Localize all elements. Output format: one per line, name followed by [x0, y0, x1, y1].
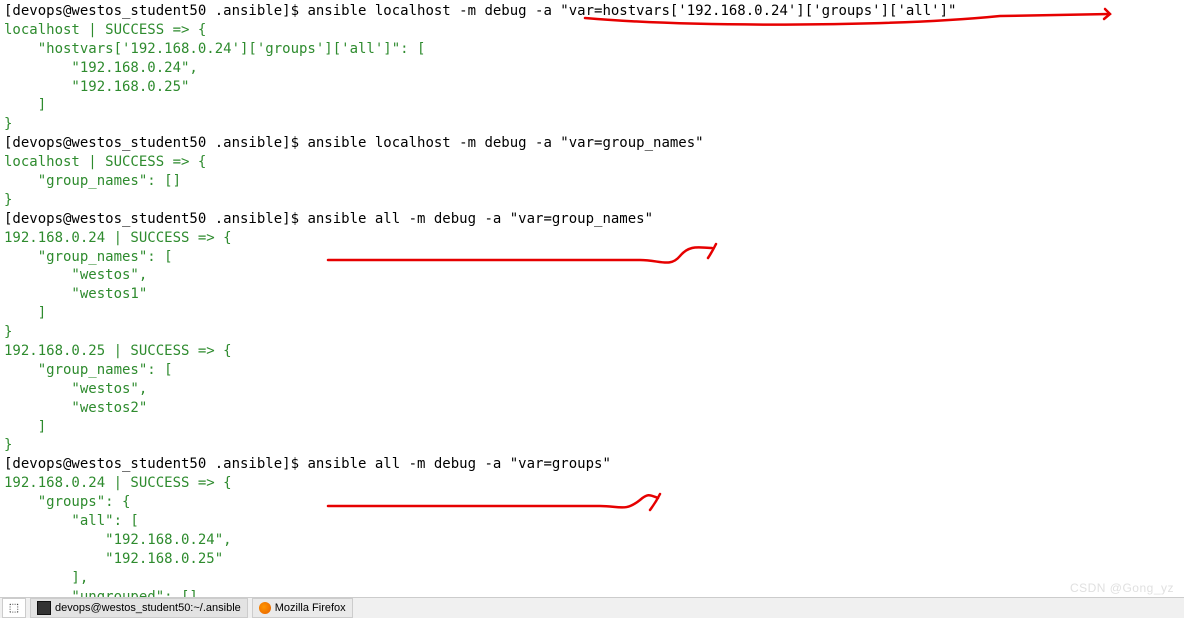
terminal-icon: [37, 601, 51, 615]
command-line-1: [devops@westos_student50 .ansible]$ ansi…: [4, 2, 1180, 21]
prompt: [devops@westos_student50 .ansible]$: [4, 456, 307, 472]
command-line-3: [devops@westos_student50 .ansible]$ ansi…: [4, 210, 1180, 229]
prompt: [devops@westos_student50 .ansible]$: [4, 211, 307, 227]
taskbar-app-label: devops@westos_student50:~/.ansible: [55, 601, 241, 616]
command-text: ansible localhost -m debug -a "var=group…: [307, 135, 703, 151]
prompt: [devops@westos_student50 .ansible]$: [4, 3, 307, 19]
taskbar-app-firefox[interactable]: Mozilla Firefox: [252, 598, 353, 618]
terminal-output[interactable]: [devops@westos_student50 .ansible]$ ansi…: [0, 0, 1184, 609]
firefox-icon: [259, 602, 271, 614]
tray-icon: ⬚: [9, 601, 19, 616]
command-line-2: [devops@westos_student50 .ansible]$ ansi…: [4, 134, 1180, 153]
command-text: ansible all -m debug -a "var=groups": [307, 456, 610, 472]
prompt: [devops@westos_student50 .ansible]$: [4, 135, 307, 151]
taskbar[interactable]: ⬚ devops@westos_student50:~/.ansible Moz…: [0, 597, 1184, 618]
watermark-text: CSDN @Gong_yz: [1070, 580, 1174, 596]
output-block-1: localhost | SUCCESS => { "hostvars['192.…: [4, 21, 1180, 134]
show-desktop-button[interactable]: ⬚: [2, 598, 26, 618]
taskbar-app-label: Mozilla Firefox: [275, 601, 346, 616]
taskbar-app-terminal[interactable]: devops@westos_student50:~/.ansible: [30, 598, 248, 618]
output-block-4: 192.168.0.24 | SUCCESS => { "groups": { …: [4, 474, 1180, 606]
output-block-3: 192.168.0.24 | SUCCESS => { "group_names…: [4, 229, 1180, 456]
command-text: ansible all -m debug -a "var=group_names…: [307, 211, 653, 227]
command-line-4: [devops@westos_student50 .ansible]$ ansi…: [4, 455, 1180, 474]
command-text: ansible localhost -m debug -a "var=hostv…: [307, 3, 956, 19]
output-block-2: localhost | SUCCESS => { "group_names": …: [4, 153, 1180, 210]
